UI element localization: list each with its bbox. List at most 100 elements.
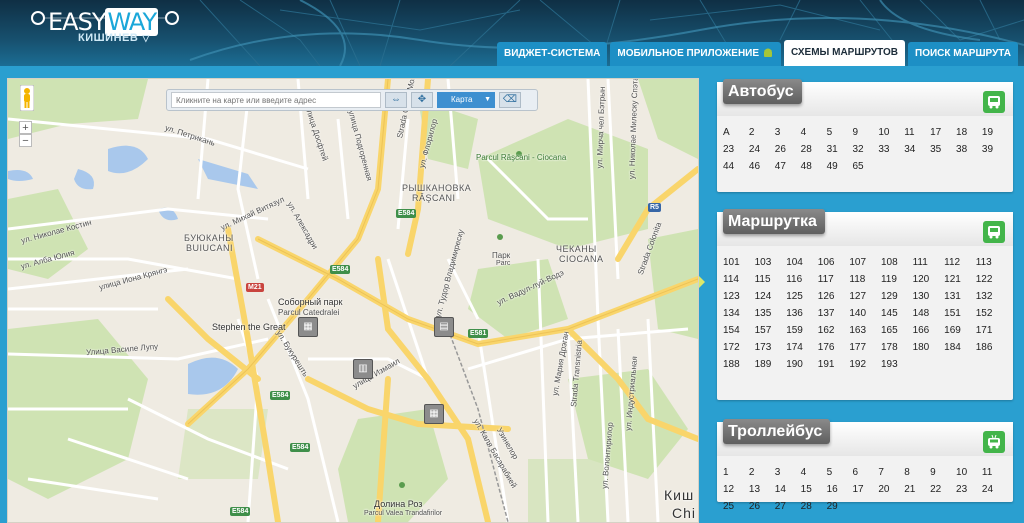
route-number-link[interactable]: 29	[827, 498, 853, 515]
route-number-link[interactable]: 190	[786, 356, 818, 373]
route-number-link[interactable]: 116	[786, 271, 818, 288]
route-number-link[interactable]: 166	[913, 322, 945, 339]
map-type-select[interactable]: Карта ▼	[437, 92, 495, 108]
route-number-link[interactable]: 120	[913, 271, 945, 288]
route-number-link[interactable]: 9	[930, 464, 956, 481]
route-number-link[interactable]: 26	[749, 498, 775, 515]
route-number-link[interactable]: 151	[944, 305, 976, 322]
route-number-link[interactable]: 4	[801, 464, 827, 481]
route-number-link[interactable]: 186	[976, 339, 1008, 356]
route-number-link[interactable]: 44	[723, 158, 749, 175]
route-number-link[interactable]: 20	[878, 481, 904, 498]
route-number-link[interactable]: 148	[913, 305, 945, 322]
route-number-link[interactable]: 14	[775, 481, 801, 498]
route-number-link[interactable]: 162	[818, 322, 850, 339]
route-number-link[interactable]: 140	[849, 305, 881, 322]
route-number-link[interactable]: 38	[956, 141, 982, 158]
route-number-link[interactable]: 177	[849, 339, 881, 356]
route-number-link[interactable]: 136	[786, 305, 818, 322]
route-number-link[interactable]: 118	[849, 271, 881, 288]
map-canvas[interactable]	[8, 79, 698, 522]
route-number-link[interactable]: 159	[786, 322, 818, 339]
route-number-link[interactable]: 65	[852, 158, 878, 175]
route-number-link[interactable]: 115	[755, 271, 787, 288]
route-number-link[interactable]: 46	[749, 158, 775, 175]
route-number-link[interactable]: 1	[723, 464, 749, 481]
route-number-link[interactable]: 8	[904, 464, 930, 481]
route-number-link[interactable]: 15	[801, 481, 827, 498]
route-number-link[interactable]: 134	[723, 305, 755, 322]
route-number-link[interactable]: 49	[827, 158, 853, 175]
route-number-link[interactable]: 121	[944, 271, 976, 288]
route-number-link[interactable]: 10	[956, 464, 982, 481]
route-number-link[interactable]: 5	[827, 464, 853, 481]
move-crosshair-icon[interactable]: ✥	[411, 92, 433, 108]
route-number-link[interactable]: 107	[849, 254, 881, 271]
route-number-link[interactable]: 13	[749, 481, 775, 498]
panel-arrow-icon[interactable]	[699, 276, 705, 288]
route-number-link[interactable]: A	[723, 124, 749, 141]
route-number-link[interactable]: 157	[755, 322, 787, 339]
route-number-link[interactable]: 23	[956, 481, 982, 498]
fit-bounds-icon[interactable]: ⇔	[385, 92, 407, 108]
route-number-link[interactable]: 24	[982, 481, 1008, 498]
route-number-link[interactable]: 126	[818, 288, 850, 305]
route-number-link[interactable]: 9	[852, 124, 878, 141]
route-number-link[interactable]: 104	[786, 254, 818, 271]
street-view-pegman-icon[interactable]	[20, 85, 34, 111]
route-number-link[interactable]: 7	[878, 464, 904, 481]
city-selector[interactable]: КИШИНЕВ ▽	[78, 32, 150, 44]
route-number-link[interactable]: 103	[755, 254, 787, 271]
route-number-link[interactable]: 171	[976, 322, 1008, 339]
tab-route-schemes[interactable]: СХЕМЫ МАРШРУТОВ	[784, 40, 905, 66]
route-number-link[interactable]: 4	[801, 124, 827, 141]
route-number-link[interactable]: 111	[913, 254, 945, 271]
route-number-link[interactable]: 23	[723, 141, 749, 158]
route-number-link[interactable]: 32	[852, 141, 878, 158]
route-number-link[interactable]: 191	[818, 356, 850, 373]
route-number-link[interactable]: 26	[775, 141, 801, 158]
route-number-link[interactable]: 2	[749, 464, 775, 481]
address-search-input[interactable]	[171, 92, 381, 108]
route-number-link[interactable]: 193	[881, 356, 913, 373]
route-number-link[interactable]: 25	[723, 498, 749, 515]
route-number-link[interactable]: 35	[930, 141, 956, 158]
route-number-link[interactable]: 24	[749, 141, 775, 158]
route-number-link[interactable]: 113	[976, 254, 1008, 271]
bus-station-icon[interactable]: ▦	[298, 317, 318, 337]
route-number-link[interactable]: 145	[881, 305, 913, 322]
route-number-link[interactable]: 169	[944, 322, 976, 339]
zoom-in-button[interactable]: +	[19, 121, 32, 134]
route-number-link[interactable]: 33	[878, 141, 904, 158]
route-number-link[interactable]: 131	[944, 288, 976, 305]
route-number-link[interactable]: 123	[723, 288, 755, 305]
route-number-link[interactable]: 21	[904, 481, 930, 498]
easyway-logo[interactable]: EASYWAY	[30, 2, 180, 36]
route-number-link[interactable]: 22	[930, 481, 956, 498]
route-number-link[interactable]: 5	[827, 124, 853, 141]
route-number-link[interactable]: 34	[904, 141, 930, 158]
route-number-link[interactable]: 27	[775, 498, 801, 515]
route-number-link[interactable]: 12	[723, 481, 749, 498]
route-number-link[interactable]: 3	[775, 124, 801, 141]
zoom-out-button[interactable]: −	[19, 134, 32, 147]
tab-widget-system[interactable]: ВИДЖЕТ-СИСТЕМА	[496, 42, 608, 66]
route-number-link[interactable]: 192	[849, 356, 881, 373]
bus-station-icon[interactable]: ▦	[424, 404, 444, 424]
route-number-link[interactable]: 2	[749, 124, 775, 141]
route-number-link[interactable]: 176	[818, 339, 850, 356]
route-number-link[interactable]: 119	[881, 271, 913, 288]
route-number-link[interactable]: 188	[723, 356, 755, 373]
route-number-link[interactable]: 122	[976, 271, 1008, 288]
route-number-link[interactable]: 16	[827, 481, 853, 498]
tab-route-search[interactable]: ПОИСК МАРШРУТА	[908, 42, 1018, 66]
route-number-link[interactable]: 28	[801, 141, 827, 158]
bus-station-icon[interactable]: ▥	[353, 359, 373, 379]
route-number-link[interactable]: 172	[723, 339, 755, 356]
route-number-link[interactable]: 137	[818, 305, 850, 322]
route-number-link[interactable]: 108	[881, 254, 913, 271]
route-number-link[interactable]: 17	[852, 481, 878, 498]
route-number-link[interactable]: 163	[849, 322, 881, 339]
route-number-link[interactable]: 189	[755, 356, 787, 373]
route-number-link[interactable]: 180	[913, 339, 945, 356]
